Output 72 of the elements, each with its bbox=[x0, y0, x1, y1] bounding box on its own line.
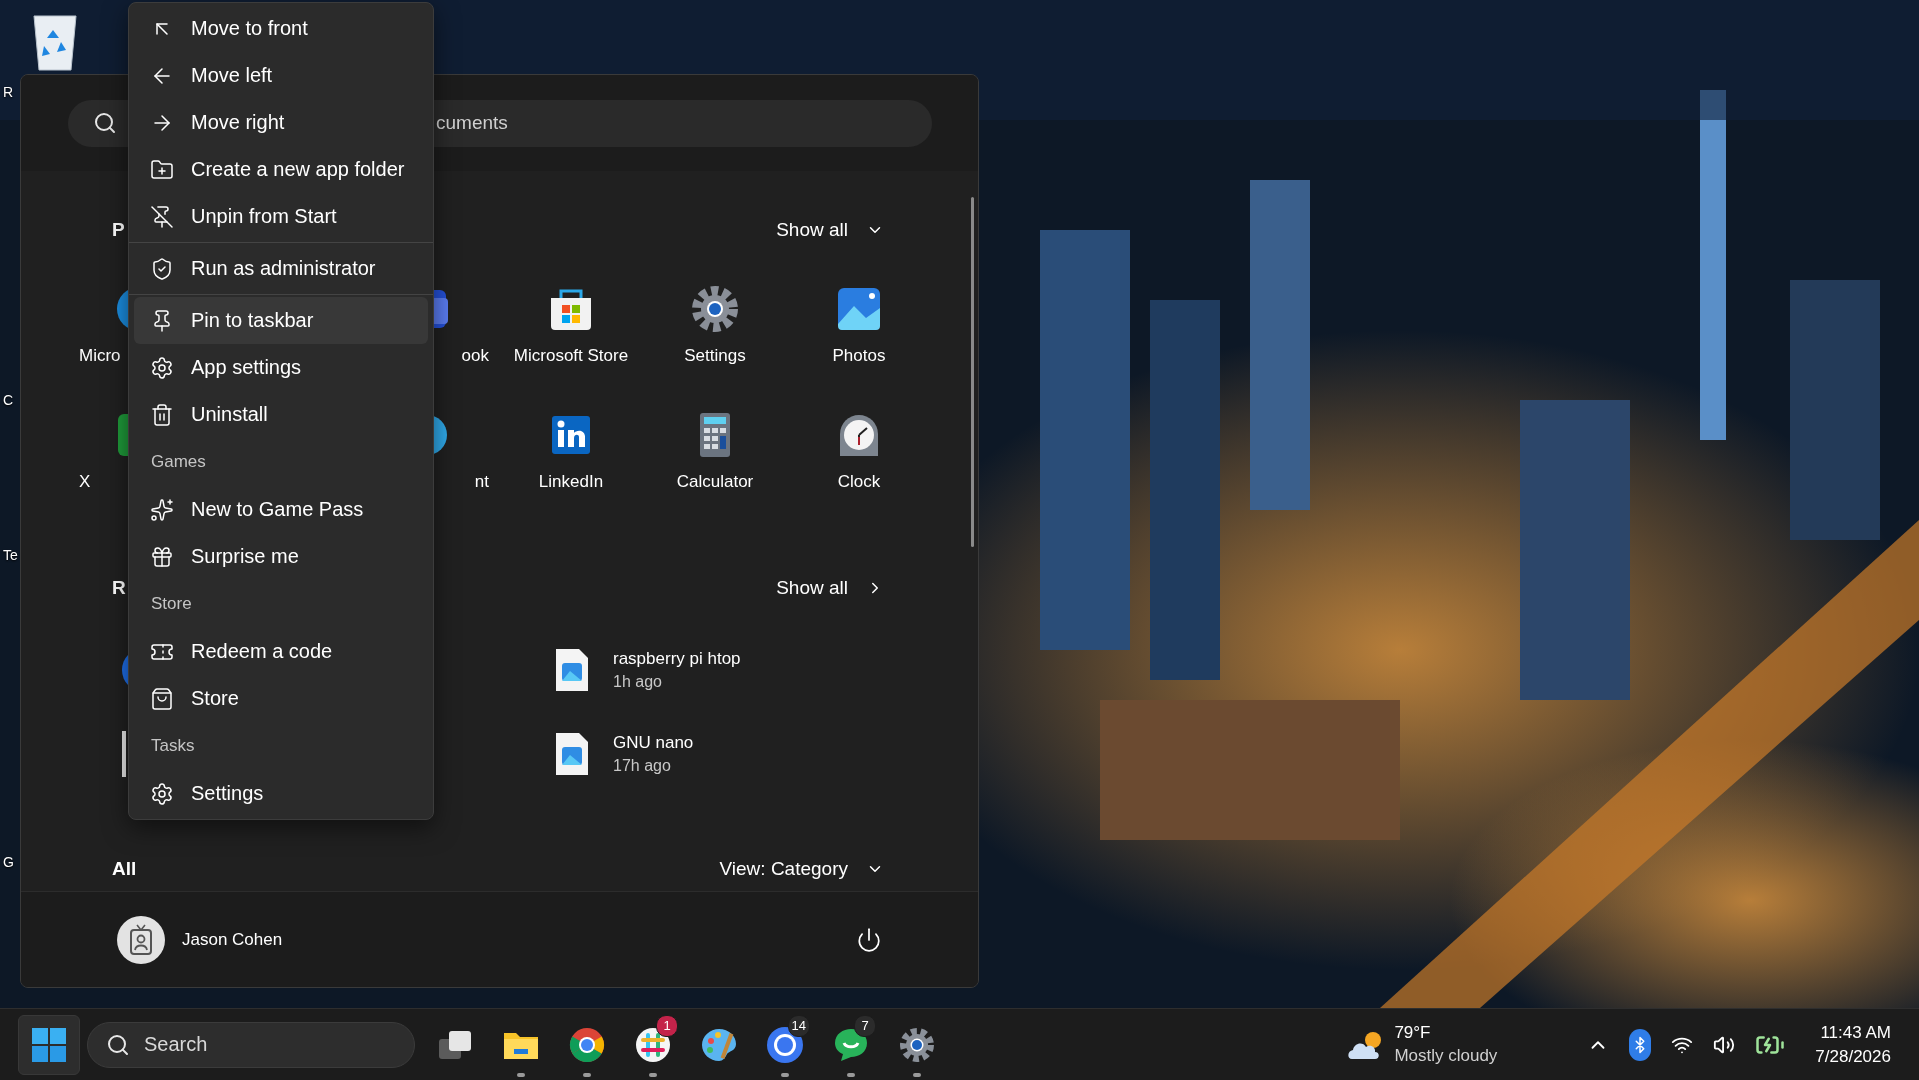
view-dropdown[interactable]: View: Category bbox=[719, 858, 884, 880]
weather-widget[interactable]: 79°F Mostly cloudy bbox=[1346, 1023, 1498, 1066]
bluetooth-icon[interactable] bbox=[1629, 1028, 1652, 1061]
menu-item[interactable]: Uninstall bbox=[134, 391, 428, 438]
menu-item[interactable]: Redeem a code bbox=[134, 628, 428, 675]
desktop-icon-label[interactable]: R bbox=[3, 84, 14, 100]
app-label: X bbox=[78, 472, 91, 492]
notification-badge: 14 bbox=[787, 1014, 810, 1037]
scrollbar[interactable] bbox=[971, 197, 974, 547]
menu-item[interactable]: Surprise me bbox=[134, 533, 428, 580]
menu-item[interactable]: Store bbox=[134, 675, 428, 722]
section-title: All bbox=[112, 858, 137, 880]
file-name: GNU nano bbox=[613, 733, 694, 753]
power-icon[interactable] bbox=[856, 926, 882, 953]
menu-item[interactable]: Settings bbox=[134, 770, 428, 817]
menu-item[interactable]: App settings bbox=[134, 344, 428, 391]
menu-item[interactable]: Move to front bbox=[134, 5, 428, 52]
windows-logo-icon bbox=[32, 1027, 66, 1062]
gear-icon bbox=[150, 355, 174, 380]
file-time: 17h ago bbox=[613, 757, 672, 775]
desktop-icon-label[interactable]: C bbox=[3, 392, 14, 408]
menu-item[interactable]: Run as administrator bbox=[134, 245, 428, 292]
app-label: ook bbox=[461, 346, 490, 366]
app-label: LinkedIn bbox=[538, 472, 604, 492]
app-label: Micro bbox=[78, 346, 121, 366]
pin-off-icon bbox=[150, 204, 174, 229]
sparkles-icon bbox=[150, 497, 174, 522]
app-label: Microsoft Store bbox=[513, 346, 629, 366]
notification-badge: 1 bbox=[656, 1014, 678, 1037]
app-label: Settings bbox=[684, 346, 746, 366]
section-title: P bbox=[112, 219, 125, 241]
gift-icon bbox=[150, 544, 174, 569]
folder-plus-icon bbox=[150, 157, 174, 182]
gear-icon bbox=[150, 781, 174, 806]
image-file-icon bbox=[554, 647, 590, 693]
app-label: Clock bbox=[837, 472, 881, 492]
file-time: 1h ago bbox=[613, 673, 663, 691]
notification-badge: 7 bbox=[854, 1014, 876, 1037]
desktop-icon-label[interactable]: G bbox=[3, 854, 14, 870]
menu-item[interactable]: Create a new app folder bbox=[134, 146, 428, 193]
start-button[interactable] bbox=[18, 1014, 80, 1075]
clock[interactable]: 11:43 AM 7/28/2026 bbox=[1815, 1022, 1891, 1067]
menu-item[interactable]: Unpin from Start bbox=[134, 193, 428, 240]
app-label: nt bbox=[474, 472, 490, 492]
show-all-button[interactable]: Show all bbox=[776, 219, 884, 241]
user-name[interactable]: Jason Cohen bbox=[182, 929, 283, 950]
menu-group-header: Store bbox=[150, 593, 193, 615]
avatar[interactable] bbox=[117, 915, 165, 964]
recommended-item[interactable]: GNU nano 17h ago bbox=[499, 722, 931, 786]
menu-item[interactable]: New to Game Pass bbox=[134, 486, 428, 533]
section-title: R bbox=[112, 577, 126, 599]
menu-group-header: Games bbox=[150, 451, 207, 473]
temperature: 79°F bbox=[1394, 1023, 1432, 1043]
app-label: Calculator bbox=[676, 472, 754, 492]
search-icon bbox=[106, 1032, 130, 1057]
show-all-button[interactable]: Show all bbox=[776, 577, 884, 599]
trash-icon bbox=[150, 402, 174, 427]
menu-item[interactable]: Move right bbox=[134, 99, 428, 146]
taskbar-search-field[interactable]: Search bbox=[87, 1021, 415, 1068]
app-label: Photos bbox=[832, 346, 886, 366]
menu-item[interactable]: Move left bbox=[134, 52, 428, 99]
gear-icon[interactable] bbox=[690, 284, 740, 334]
recommended-item[interactable]: raspberry pi htop 1h ago bbox=[499, 638, 931, 702]
shield-icon bbox=[150, 256, 174, 281]
menu-item[interactable]: Pin to taskbar bbox=[134, 297, 428, 344]
menu-group-header: Tasks bbox=[150, 735, 196, 757]
file-name: raspberry pi htop bbox=[613, 649, 741, 669]
image-file-icon bbox=[554, 731, 590, 777]
weather-condition: Mostly cloudy bbox=[1394, 1046, 1498, 1066]
desktop-icon-label[interactable]: Te bbox=[3, 547, 18, 563]
search-icon bbox=[93, 111, 117, 135]
shopping-bag-icon bbox=[150, 686, 174, 711]
